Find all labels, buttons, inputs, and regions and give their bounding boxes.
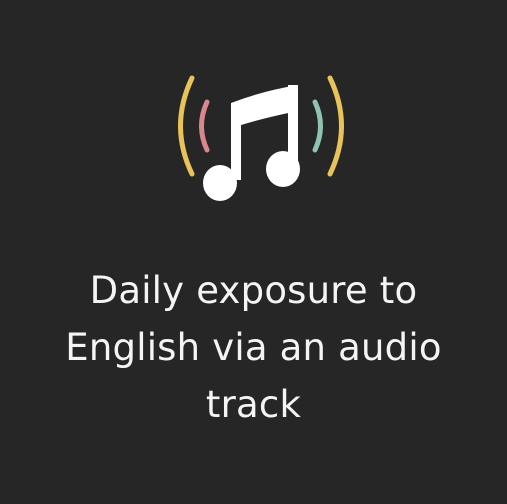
feature-card: Daily exposure to English via an audio t…	[0, 0, 507, 504]
feature-caption-line-3: track	[205, 383, 302, 426]
feature-caption-line-1: Daily exposure to	[89, 269, 418, 312]
feature-caption-line-2: English via an audio	[65, 326, 442, 369]
left-note-head	[203, 165, 237, 201]
right-note-head	[266, 151, 300, 187]
right-outer-sound-wave	[327, 75, 344, 177]
left-outer-sound-wave	[178, 75, 195, 177]
left-inner-sound-wave	[199, 99, 210, 153]
right-inner-sound-wave	[312, 99, 323, 153]
music-note-icon	[203, 85, 300, 201]
music-note-sound-waves-icon	[178, 75, 344, 201]
feature-caption: Daily exposure to English via an audio t…	[0, 262, 507, 433]
left-note-stem	[231, 103, 241, 180]
note-beam	[231, 85, 298, 126]
